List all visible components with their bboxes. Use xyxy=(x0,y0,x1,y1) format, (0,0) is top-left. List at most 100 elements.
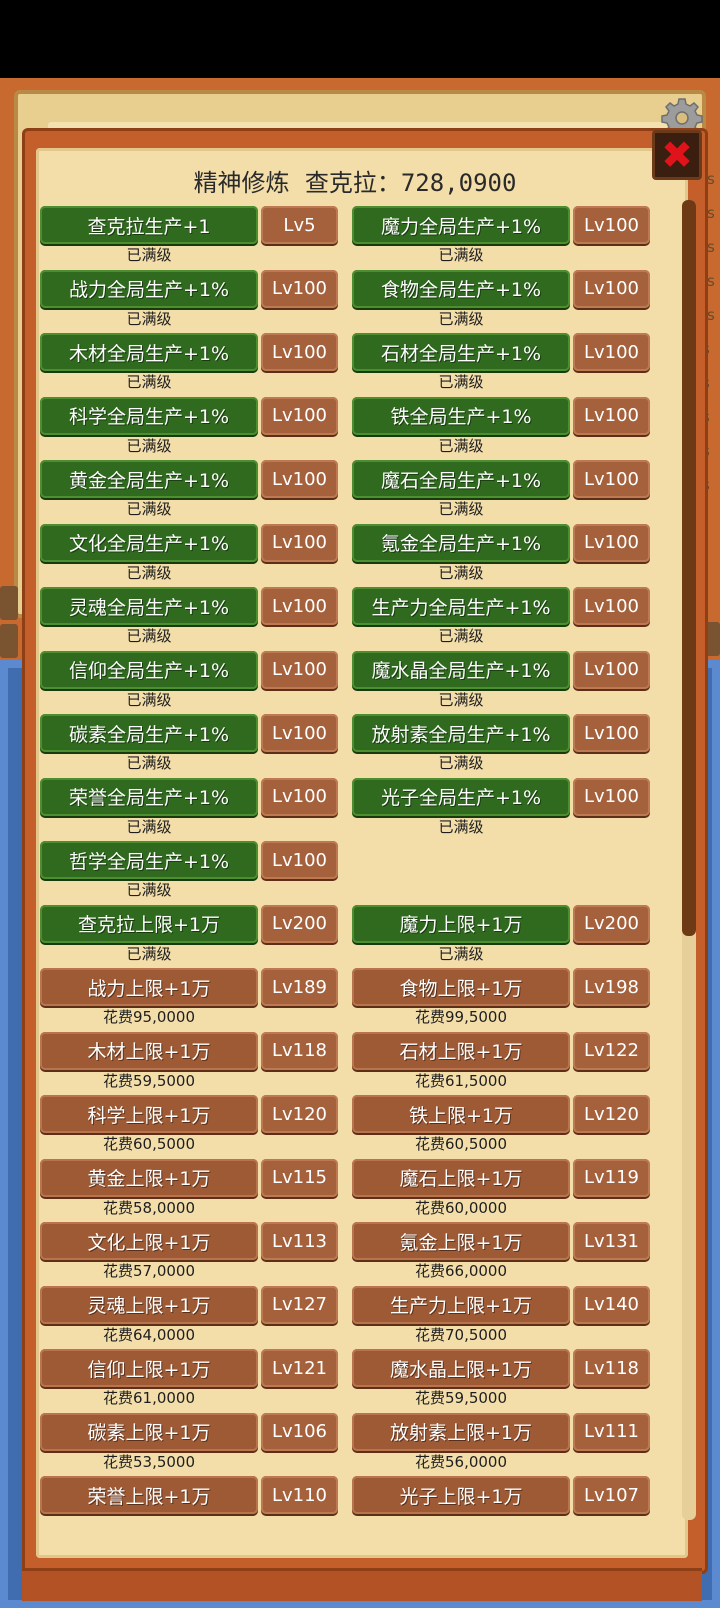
upgrade-button[interactable]: 氪金上限+1万 xyxy=(352,1222,570,1260)
upgrade-button[interactable]: 科学全局生产+1% xyxy=(40,396,258,435)
upgrade-button[interactable]: 食物上限+1万 xyxy=(352,968,570,1006)
level-badge[interactable]: Lv100 xyxy=(261,587,338,625)
level-badge[interactable]: Lv100 xyxy=(573,650,650,689)
upgrade-button[interactable]: 魔石全局生产+1% xyxy=(352,460,570,498)
upgrade-button[interactable]: 石材全局生产+1% xyxy=(352,333,570,371)
upgrade-item: 铁上限+1万 Lv120 花费60,5000 xyxy=(352,1093,664,1153)
upgrade-button[interactable]: 木材上限+1万 xyxy=(40,1031,258,1070)
level-badge[interactable]: Lv100 xyxy=(261,460,338,498)
upgrade-button[interactable]: 光子上限+1万 xyxy=(352,1476,570,1514)
left-side-tab[interactable] xyxy=(0,624,18,658)
level-badge[interactable]: Lv107 xyxy=(573,1476,650,1514)
level-badge[interactable]: Lv115 xyxy=(261,1158,338,1197)
max-level-label: 已满级 xyxy=(438,373,484,391)
upgrade-button[interactable]: 放射素上限+1万 xyxy=(352,1412,570,1451)
upgrade-button[interactable]: 魔水晶全局生产+1% xyxy=(352,650,570,689)
upgrade-button[interactable]: 石材上限+1万 xyxy=(352,1031,570,1070)
upgrade-button[interactable]: 氪金全局生产+1% xyxy=(352,523,570,562)
cost-label: 花费58,0000 xyxy=(102,1198,196,1217)
level-badge[interactable]: Lv100 xyxy=(573,714,650,752)
level-badge[interactable]: Lv100 xyxy=(573,460,650,498)
level-badge[interactable]: Lv110 xyxy=(261,1476,338,1514)
level-badge[interactable]: Lv127 xyxy=(261,1285,338,1324)
level-badge[interactable]: Lv111 xyxy=(573,1412,650,1451)
upgrade-button[interactable]: 魔石上限+1万 xyxy=(352,1158,570,1197)
level-badge[interactable]: Lv106 xyxy=(261,1412,338,1451)
upgrade-button[interactable]: 魔力上限+1万 xyxy=(352,904,570,943)
level-badge[interactable]: Lv140 xyxy=(573,1285,650,1324)
close-x-icon: ✖ xyxy=(661,133,693,177)
upgrade-button[interactable]: 查克拉上限+1万 xyxy=(40,904,258,943)
upgrade-button[interactable]: 碳素上限+1万 xyxy=(40,1412,258,1451)
level-badge[interactable]: Lv100 xyxy=(573,523,650,562)
upgrade-button[interactable]: 魔力全局生产+1% xyxy=(352,206,570,244)
level-badge[interactable]: Lv198 xyxy=(573,968,650,1006)
level-badge[interactable]: Lv100 xyxy=(261,333,338,371)
level-badge[interactable]: Lv119 xyxy=(573,1158,650,1197)
level-badge[interactable]: Lv100 xyxy=(573,396,650,435)
cost-label: 花费59,5000 xyxy=(102,1071,196,1090)
level-badge[interactable]: Lv122 xyxy=(573,1031,650,1070)
level-badge[interactable]: Lv200 xyxy=(261,904,338,943)
level-badge[interactable]: Lv100 xyxy=(573,777,650,816)
upgrade-button[interactable]: 战力全局生产+1% xyxy=(40,269,258,308)
upgrade-button[interactable]: 科学上限+1万 xyxy=(40,1095,258,1133)
close-button[interactable]: ✖ xyxy=(652,130,702,180)
level-badge[interactable]: Lv5 xyxy=(261,206,338,244)
level-badge[interactable]: Lv100 xyxy=(261,650,338,689)
upgrade-item: 食物全局生产+1% Lv100 已满级 xyxy=(352,268,664,328)
level-badge[interactable]: Lv100 xyxy=(261,396,338,435)
upgrade-button[interactable]: 生产力全局生产+1% xyxy=(352,587,570,625)
upgrade-button[interactable]: 黄金全局生产+1% xyxy=(40,460,258,498)
level-badge[interactable]: Lv100 xyxy=(573,587,650,625)
upgrade-button[interactable]: 荣誉上限+1万 xyxy=(40,1476,258,1514)
level-badge[interactable]: Lv189 xyxy=(261,968,338,1006)
upgrade-button[interactable]: 魔水晶上限+1万 xyxy=(352,1349,570,1387)
upgrade-item: 黄金全局生产+1% Lv100 已满级 xyxy=(40,458,352,518)
upgrade-button[interactable]: 查克拉生产+1 xyxy=(40,206,258,244)
upgrade-button[interactable]: 铁上限+1万 xyxy=(352,1095,570,1133)
left-side-tab[interactable] xyxy=(0,586,18,620)
upgrade-button[interactable]: 铁全局生产+1% xyxy=(352,396,570,435)
level-badge[interactable]: Lv100 xyxy=(573,333,650,371)
level-badge[interactable]: Lv118 xyxy=(573,1349,650,1387)
status-bar xyxy=(0,0,720,78)
level-badge[interactable]: Lv113 xyxy=(261,1222,338,1260)
upgrade-item: 魔石上限+1万 Lv119 花费60,0000 xyxy=(352,1157,664,1217)
upgrade-button[interactable]: 食物全局生产+1% xyxy=(352,269,570,308)
upgrade-button[interactable]: 哲学全局生产+1% xyxy=(40,841,258,879)
upgrade-button[interactable]: 黄金上限+1万 xyxy=(40,1158,258,1197)
scrollbar-thumb[interactable] xyxy=(682,200,696,936)
upgrade-button[interactable]: 碳素全局生产+1% xyxy=(40,714,258,752)
level-badge[interactable]: Lv100 xyxy=(573,269,650,308)
max-level-label: 已满级 xyxy=(126,246,172,264)
upgrade-button[interactable]: 战力上限+1万 xyxy=(40,968,258,1006)
upgrade-button[interactable]: 放射素全局生产+1% xyxy=(352,714,570,752)
level-badge[interactable]: Lv100 xyxy=(261,841,338,879)
level-badge[interactable]: Lv120 xyxy=(261,1095,338,1133)
level-badge[interactable]: Lv100 xyxy=(261,269,338,308)
upgrade-button[interactable]: 文化全局生产+1% xyxy=(40,523,258,562)
level-badge[interactable]: Lv131 xyxy=(573,1222,650,1260)
upgrade-button[interactable]: 文化上限+1万 xyxy=(40,1222,258,1260)
level-badge[interactable]: Lv100 xyxy=(261,777,338,816)
upgrade-button[interactable]: 木材全局生产+1% xyxy=(40,333,258,371)
upgrade-button[interactable]: 信仰全局生产+1% xyxy=(40,650,258,689)
upgrade-item: 魔水晶上限+1万 Lv118 花费59,5000 xyxy=(352,1347,664,1407)
upgrade-button[interactable]: 信仰上限+1万 xyxy=(40,1349,258,1387)
level-badge[interactable]: Lv100 xyxy=(573,206,650,244)
cost-label: 花费56,0000 xyxy=(414,1452,508,1471)
level-badge[interactable]: Lv120 xyxy=(573,1095,650,1133)
upgrade-button[interactable]: 生产力上限+1万 xyxy=(352,1285,570,1324)
upgrade-button[interactable]: 光子全局生产+1% xyxy=(352,777,570,816)
upgrade-button[interactable]: 灵魂上限+1万 xyxy=(40,1285,258,1324)
level-badge[interactable]: Lv100 xyxy=(261,714,338,752)
level-badge[interactable]: Lv118 xyxy=(261,1031,338,1070)
max-level-label: 已满级 xyxy=(438,500,484,518)
level-badge[interactable]: Lv100 xyxy=(261,523,338,562)
cost-label: 花费61,0000 xyxy=(102,1389,196,1407)
level-badge[interactable]: Lv121 xyxy=(261,1349,338,1387)
upgrade-button[interactable]: 荣誉全局生产+1% xyxy=(40,777,258,816)
upgrade-button[interactable]: 灵魂全局生产+1% xyxy=(40,587,258,625)
level-badge[interactable]: Lv200 xyxy=(573,904,650,943)
